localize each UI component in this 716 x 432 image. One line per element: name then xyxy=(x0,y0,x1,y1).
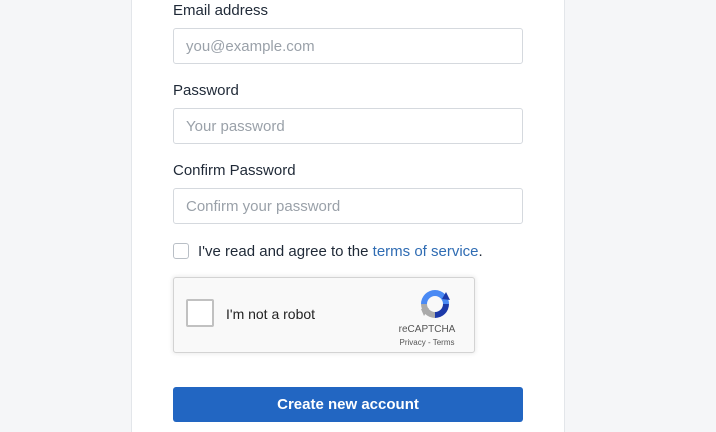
terms-prefix: I've read and agree to the xyxy=(198,242,373,260)
recaptcha-brand: reCAPTCHA xyxy=(398,324,456,335)
confirm-password-field[interactable] xyxy=(173,188,523,224)
recaptcha-checkbox[interactable] xyxy=(186,299,214,327)
terms-suffix: . xyxy=(478,242,483,260)
terms-checkbox[interactable] xyxy=(173,243,189,259)
recaptcha-terms-link[interactable]: Terms xyxy=(433,338,455,347)
recaptcha-label: I'm not a robot xyxy=(226,306,316,322)
password-label: Password xyxy=(173,82,239,99)
recaptcha-widget: I'm not a robot reCAPTCHA Privacy - Term… xyxy=(173,277,475,353)
confirm-password-label: Confirm Password xyxy=(173,162,296,179)
terms-text: I've read and agree to the terms of serv… xyxy=(198,243,483,260)
terms-of-service-link[interactable]: terms of service xyxy=(373,243,479,260)
password-field[interactable] xyxy=(173,108,523,144)
recaptcha-privacy-link[interactable]: Privacy xyxy=(400,338,426,347)
recaptcha-links-separator: - xyxy=(425,338,433,347)
terms-row: I've read and agree to the terms of serv… xyxy=(173,242,483,260)
create-account-button[interactable]: Create new account xyxy=(173,387,523,422)
recaptcha-logo-icon xyxy=(421,290,450,318)
email-label: Email address xyxy=(173,2,269,19)
signup-card: Email address Password Confirm Password … xyxy=(131,0,565,432)
recaptcha-links: Privacy - Terms xyxy=(392,338,462,347)
email-field[interactable] xyxy=(173,28,523,64)
signup-page: Email address Password Confirm Password … xyxy=(0,0,716,432)
